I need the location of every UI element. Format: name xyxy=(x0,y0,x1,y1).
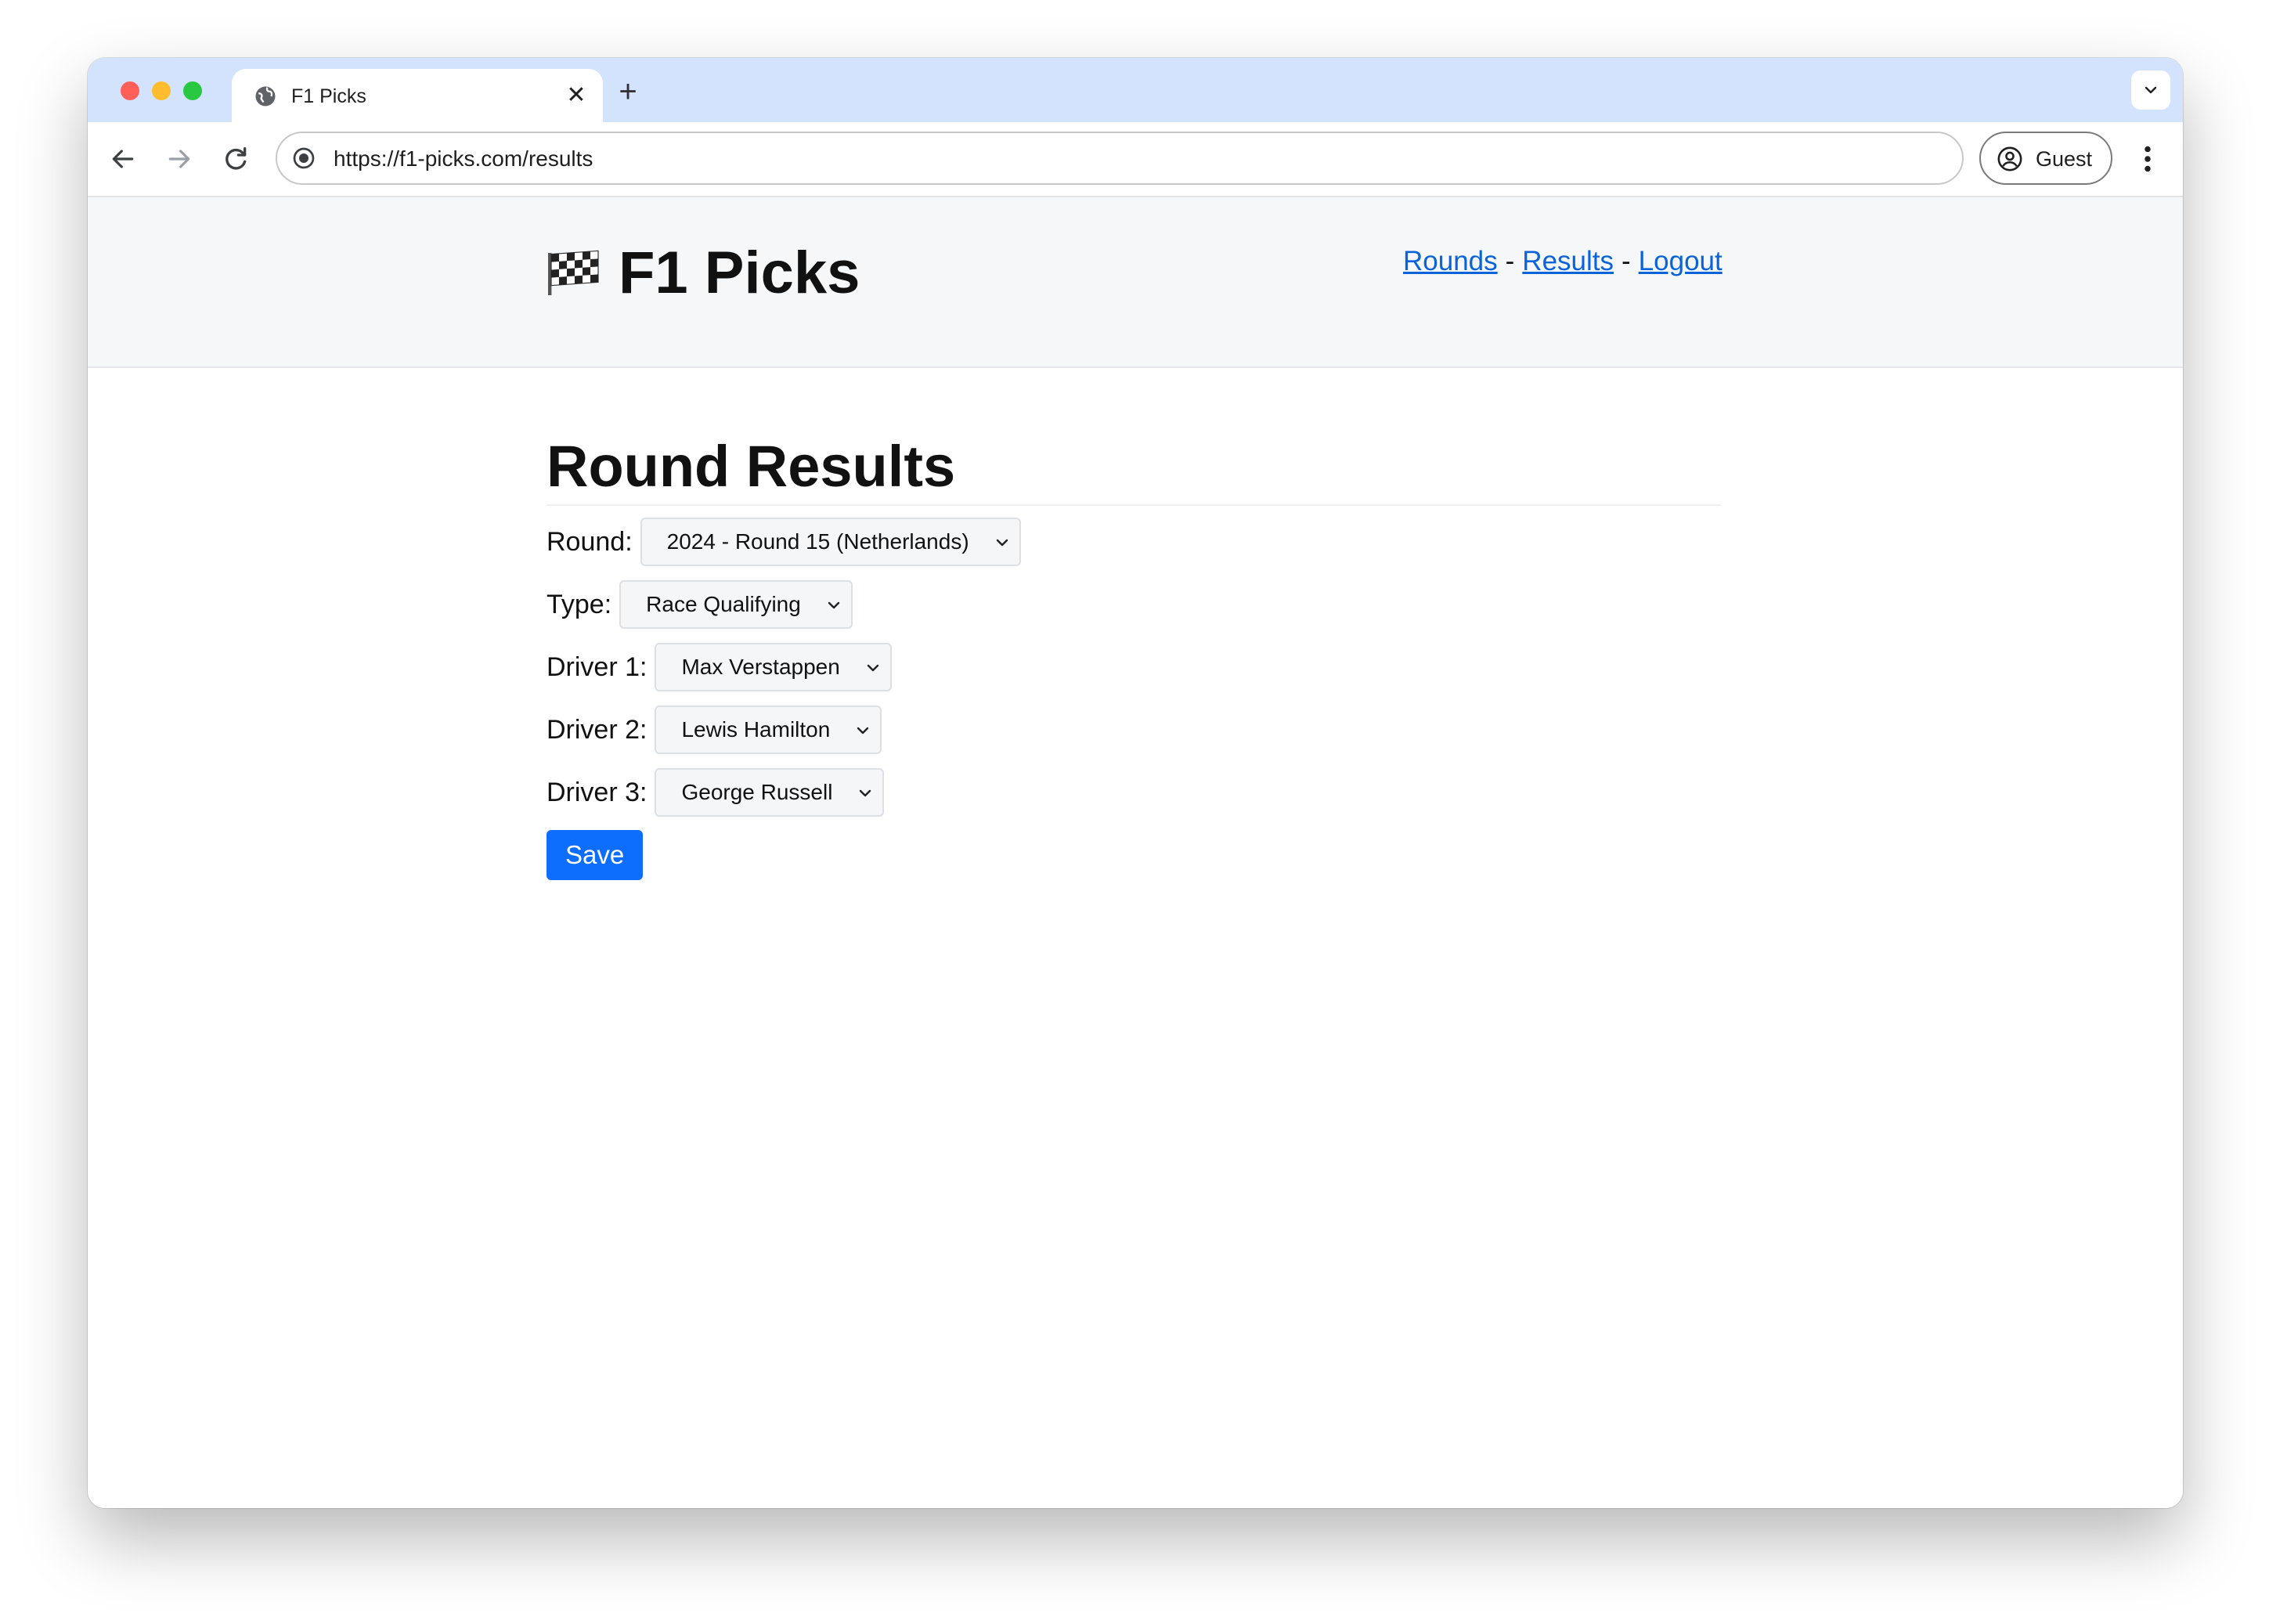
driver2-select-value: Lewis Hamilton xyxy=(681,717,831,742)
tab-title: F1 Picks xyxy=(291,85,366,107)
driver2-row: Driver 2: Lewis Hamilton xyxy=(547,705,1721,755)
reload-icon xyxy=(225,147,247,170)
chevron-down-icon xyxy=(857,727,869,734)
tab-search-button[interactable] xyxy=(2131,70,2170,110)
type-select[interactable]: Race Qualifying xyxy=(619,580,853,629)
screen: F1 Picks ✕ + https://f1-picks.com/result… xyxy=(0,0,2269,1624)
round-row: Round: 2024 - Round 15 (Netherlands) xyxy=(547,517,1721,567)
url-text: https://f1-picks.com/results xyxy=(334,146,593,171)
main-content: Round Results Round: 2024 - Round 15 (Ne… xyxy=(547,432,1721,880)
driver3-label: Driver 3: xyxy=(547,778,648,807)
nav-link-logout[interactable]: Logout xyxy=(1639,246,1722,276)
page-title: Round Results xyxy=(547,432,1721,506)
back-button[interactable] xyxy=(103,139,142,179)
browser-window: F1 Picks ✕ + https://f1-picks.com/result… xyxy=(88,58,2183,1508)
site-info-icon[interactable] xyxy=(291,146,316,171)
driver2-label: Driver 2: xyxy=(547,715,648,745)
driver3-row: Driver 3: George Russell xyxy=(547,767,1721,817)
chequered-flag-icon xyxy=(548,250,599,295)
site-header: F1 Picks Rounds - Results - Logout xyxy=(88,197,2183,368)
profile-button[interactable]: Guest xyxy=(1979,132,2112,185)
nav-separator: - xyxy=(1505,246,1515,276)
round-select-value: 2024 - Round 15 (Netherlands) xyxy=(666,529,969,554)
arrow-right-icon xyxy=(168,150,190,168)
close-icon[interactable]: ✕ xyxy=(564,83,589,108)
chevron-down-icon xyxy=(2145,86,2157,94)
round-label: Round: xyxy=(547,527,633,557)
driver2-select[interactable]: Lewis Hamilton xyxy=(655,706,882,754)
nav-separator: - xyxy=(1621,246,1631,276)
browser-toolbar: https://f1-picks.com/results Guest xyxy=(88,122,2183,197)
forward-button[interactable] xyxy=(160,139,199,179)
profile-label: Guest xyxy=(2036,147,2093,171)
type-label: Type: xyxy=(547,590,612,619)
driver3-select[interactable]: George Russell xyxy=(655,768,885,817)
address-bar[interactable]: https://f1-picks.com/results xyxy=(276,132,1964,185)
zoom-window-button[interactable] xyxy=(183,81,202,100)
tab-strip: F1 Picks ✕ + xyxy=(88,58,2183,122)
reload-button[interactable] xyxy=(216,139,255,179)
driver1-row: Driver 1: Max Verstappen xyxy=(547,642,1721,692)
site-title-text: F1 Picks xyxy=(619,240,860,306)
browser-tab[interactable]: F1 Picks ✕ xyxy=(232,69,603,122)
kebab-menu-icon xyxy=(2145,146,2151,172)
nav-link-rounds[interactable]: Rounds xyxy=(1403,246,1498,276)
type-select-value: Race Qualifying xyxy=(646,592,801,616)
driver3-select-value: George Russell xyxy=(681,780,833,804)
type-row: Type: Race Qualifying xyxy=(547,579,1721,630)
chevron-down-icon xyxy=(996,539,1008,547)
browser-menu-button[interactable] xyxy=(2128,139,2167,179)
save-button[interactable]: Save xyxy=(547,830,644,880)
round-select[interactable]: 2024 - Round 15 (Netherlands) xyxy=(640,518,1021,566)
driver1-select-value: Max Verstappen xyxy=(681,655,840,679)
site-title: F1 Picks xyxy=(547,238,860,309)
close-window-button[interactable] xyxy=(121,81,139,100)
driver1-label: Driver 1: xyxy=(547,652,648,682)
person-circle-icon xyxy=(1997,146,2022,171)
chevron-down-icon xyxy=(867,664,879,672)
globe-icon xyxy=(255,86,276,106)
nav-link-results[interactable]: Results xyxy=(1522,246,1614,276)
driver1-select[interactable]: Max Verstappen xyxy=(655,643,892,691)
site-nav: Rounds - Results - Logout xyxy=(1403,244,1722,279)
chevron-down-icon xyxy=(860,789,871,797)
minimize-window-button[interactable] xyxy=(152,81,171,100)
chevron-down-icon xyxy=(828,601,840,609)
web-page: F1 Picks Rounds - Results - Logout Round Res… xyxy=(88,197,2183,1508)
plus-icon[interactable]: + xyxy=(612,76,644,108)
arrow-left-icon xyxy=(112,150,134,168)
